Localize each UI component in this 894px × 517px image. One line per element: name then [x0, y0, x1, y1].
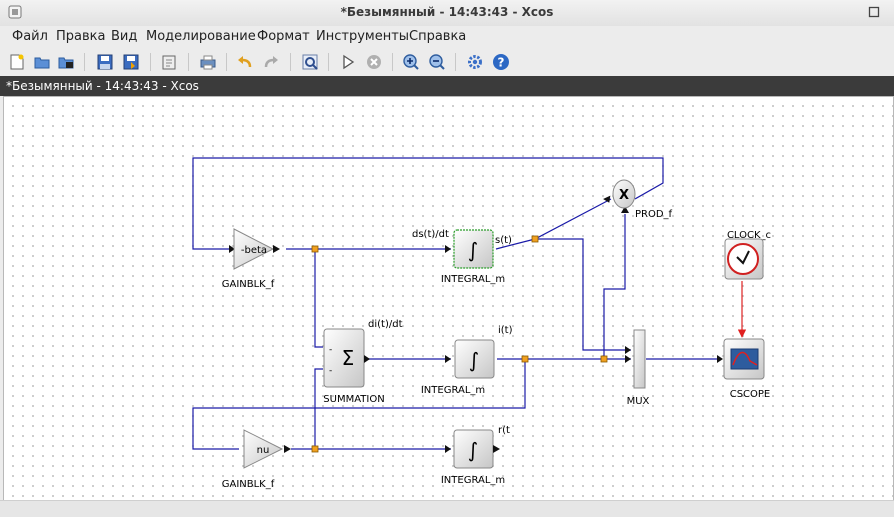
integral-s-out-label: s(t) [495, 235, 512, 246]
window-title: *Безымянный - 14:43:43 - Xcos [340, 5, 554, 19]
integral-i-block[interactable]: ∫ i(t) INTEGRAL_m [421, 325, 513, 396]
window-titlebar: *Безымянный - 14:43:43 - Xcos [0, 0, 894, 27]
clock-icon [727, 243, 759, 275]
integral-s-caption: INTEGRAL_m [441, 274, 505, 285]
new-diagram-icon[interactable] [8, 53, 26, 71]
open-icon[interactable] [33, 53, 51, 71]
mux-block[interactable]: MUX [627, 329, 650, 407]
horizontal-scrollbar[interactable] [0, 500, 894, 517]
menu-simulation[interactable]: Моделирование [146, 29, 256, 44]
split-point[interactable] [600, 355, 608, 363]
undo-icon[interactable] [236, 53, 254, 71]
cscope-block[interactable]: CSCOPE [723, 338, 771, 400]
mux-caption: MUX [627, 396, 650, 407]
integral-s-in-label: ds(t)/dt [412, 229, 449, 240]
integral-i-caption: INTEGRAL_m [421, 385, 485, 396]
toolbar: ? [0, 48, 894, 76]
document-tab[interactable]: *Безымянный - 14:43:43 - Xcos [0, 76, 894, 96]
open-in-scilab-icon[interactable] [57, 53, 75, 71]
summation-sign-2: - [329, 366, 332, 376]
gain-beta-caption: GAINBLK_f [222, 279, 275, 290]
summation-out-label: di(t)/dt [368, 319, 403, 330]
gain-nu-block[interactable]: nu GAINBLK_f [222, 429, 291, 490]
maximize-icon[interactable] [868, 6, 880, 18]
split-point[interactable] [521, 355, 529, 363]
cscope-caption: CSCOPE [730, 389, 771, 400]
menu-tools[interactable]: Инструменты [316, 29, 409, 44]
zoom-out-icon[interactable] [428, 53, 446, 71]
summation-block[interactable]: Σ - - di(t)/dt SUMMATION [323, 319, 402, 405]
gain-beta-block[interactable]: -beta GAINBLK_f [222, 228, 280, 290]
link-split-to-summation[interactable] [314, 249, 323, 348]
clock-block[interactable]: CLOCK_c [724, 230, 771, 280]
fit-diagram-icon[interactable] [301, 53, 319, 71]
split-point[interactable] [531, 235, 539, 243]
integral-i-out-label: i(t) [498, 325, 513, 336]
menubar: Файл Правка Вид Моделирование Формат Инс… [0, 26, 894, 48]
integral-s-block[interactable]: ∫ ds(t)/dt s(t) INTEGRAL_m [412, 229, 512, 285]
link-i-to-prod[interactable] [603, 214, 626, 359]
stop-icon[interactable] [365, 53, 383, 71]
print-icon[interactable] [199, 53, 217, 71]
menu-edit[interactable]: Правка [56, 29, 105, 44]
integral-symbol: ∫ [468, 238, 478, 262]
diagram-svg[interactable]: -beta GAINBLK_f ∫ ds(t)/dt s(t) INTEGRAL… [4, 97, 893, 501]
diagram-canvas[interactable]: -beta GAINBLK_f ∫ ds(t)/dt s(t) INTEGRAL… [3, 96, 894, 502]
link-s-to-mux[interactable] [535, 238, 631, 351]
summation-sign-1: - [329, 345, 332, 355]
gain-nu-caption: GAINBLK_f [222, 479, 275, 490]
export-icon[interactable] [160, 53, 178, 71]
link-split-nu-to-summation[interactable] [314, 368, 323, 449]
summation-caption: SUMMATION [323, 394, 384, 405]
menu-view[interactable]: Вид [111, 29, 137, 44]
integral-symbol: ∫ [469, 348, 479, 372]
menu-help[interactable]: Справка [409, 29, 466, 44]
prod-block[interactable]: X PROD_f [612, 179, 673, 220]
redo-icon[interactable] [262, 53, 280, 71]
save-as-icon[interactable] [122, 53, 140, 71]
split-point[interactable] [311, 445, 319, 453]
gain-nu-text: nu [257, 445, 270, 456]
gain-beta-text: -beta [241, 245, 267, 256]
integral-symbol: ∫ [468, 438, 478, 462]
document-tab-title: *Безымянный - 14:43:43 - Xcos [6, 79, 199, 93]
menu-file[interactable]: Файл [12, 29, 48, 44]
save-icon[interactable] [96, 53, 114, 71]
zoom-in-icon[interactable] [402, 53, 420, 71]
summation-symbol: Σ [342, 346, 355, 370]
svg-text:?: ? [498, 56, 505, 70]
menu-format[interactable]: Формат [257, 29, 310, 44]
integral-r-block[interactable]: ∫ r(t INTEGRAL_m [441, 425, 510, 486]
split-point[interactable] [311, 245, 319, 253]
integral-r-caption: INTEGRAL_m [441, 475, 505, 486]
start-icon[interactable] [339, 53, 357, 71]
link-integral-s-to-prod[interactable] [495, 198, 612, 250]
prod-text: X [619, 188, 629, 203]
integral-r-out-label: r(t [498, 425, 510, 436]
prod-caption: PROD_f [635, 209, 673, 220]
help-icon[interactable]: ? [492, 53, 510, 71]
setup-icon[interactable] [466, 53, 484, 71]
